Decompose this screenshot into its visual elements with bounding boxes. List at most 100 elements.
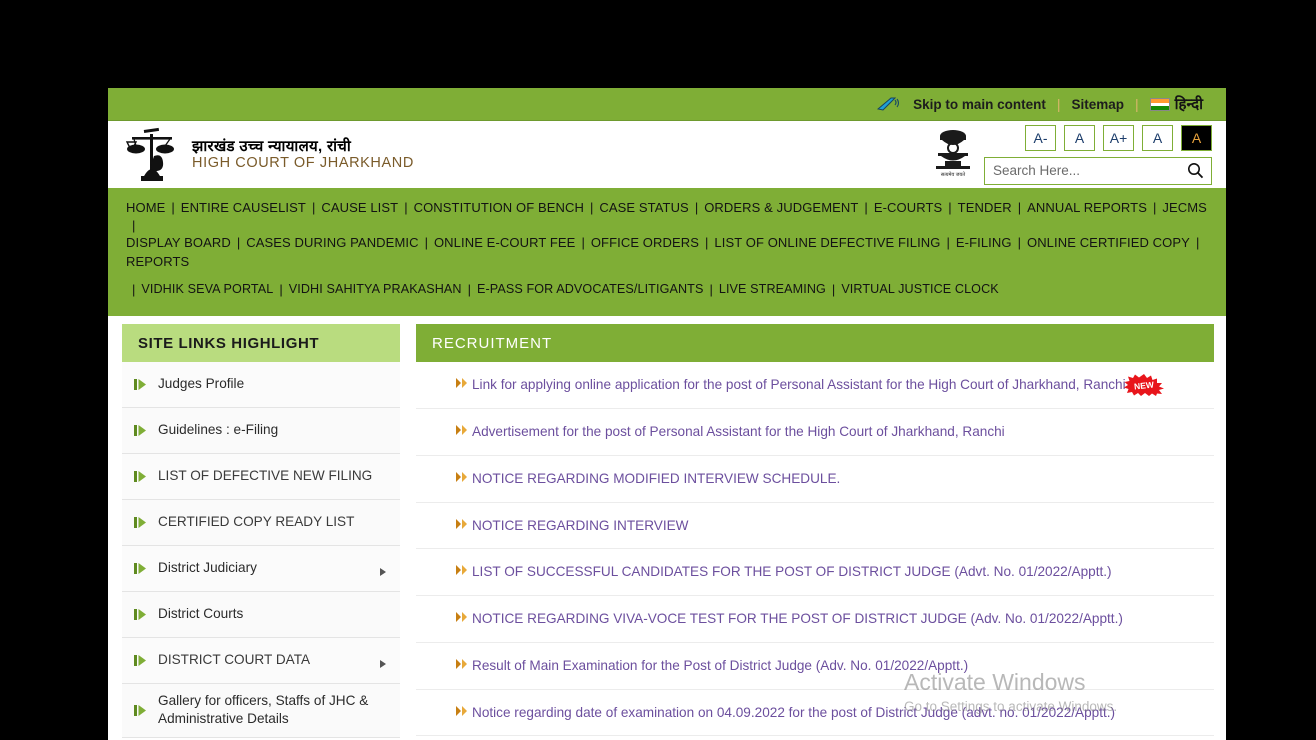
nav-item-constitution-of-bench[interactable]: CONSTITUTION OF BENCH <box>414 198 584 217</box>
nav-separator: | <box>311 199 316 215</box>
search-input[interactable] <box>993 163 1186 178</box>
nav-separator: | <box>1195 235 1200 250</box>
new-badge-icon: NEW <box>1123 374 1164 396</box>
recruitment-item-link[interactable]: NOTICE REGARDING INTERVIEW <box>454 515 689 537</box>
recruitment-item-link[interactable]: NOTICE REGARDING MODIFIED INTERVIEW SCHE… <box>454 468 840 490</box>
sidebar-item-certified-copy-ready-list[interactable]: CERTIFIED COPY READY LIST <box>122 500 400 546</box>
font-decrease-button[interactable]: A- <box>1025 124 1056 151</box>
recruitment-list-item[interactable]: NOTICE REGARDING INTERVIEW <box>416 503 1214 550</box>
chevron-right-icon[interactable] <box>378 656 388 668</box>
nav-item-e-pass-for-advocates-litigants[interactable]: E-PASS FOR ADVOCATES/LITIGANTS <box>477 280 703 298</box>
sidebar-panel: SITE LINKS HIGHLIGHT Judges Profile Guide… <box>122 324 400 740</box>
nav-item-e-filing[interactable]: E-FILING <box>956 233 1012 252</box>
font-reset-button[interactable]: A <box>1142 124 1173 151</box>
nav-item-annual-reports[interactable]: ANNUAL REPORTS <box>1027 198 1147 217</box>
recruitment-heading: RECRUITMENT <box>416 324 1214 362</box>
recruitment-item-link[interactable]: Result of Main Examination for the Post … <box>454 655 968 677</box>
nav-separator: | <box>831 281 836 297</box>
nav-item-case-status[interactable]: CASE STATUS <box>599 198 688 217</box>
sidebar-item-judges-profile[interactable]: Judges Profile <box>122 362 400 408</box>
sidebar-item-guidelines-e-filing[interactable]: Guidelines : e-Filing <box>122 408 400 454</box>
nav-item-cases-during-pandemic[interactable]: CASES DURING PANDEMIC <box>246 233 418 252</box>
recruitment-list-item[interactable]: NOTICE REGARDING MODIFIED INTERVIEW SCHE… <box>416 456 1214 503</box>
nav-separator: | <box>709 281 713 297</box>
masthead-controls: सत्यमेव जयते A- A A+ A A <box>932 124 1212 185</box>
nav-separator: | <box>404 199 408 215</box>
search-box[interactable] <box>984 156 1212 185</box>
recruitment-list-item[interactable]: Advertisement for the post of Personal A… <box>416 409 1214 456</box>
nav-item-e-courts[interactable]: E-COURTS <box>874 198 942 217</box>
utility-links: Skip to main content | Sitemap | हिन्दी <box>876 94 1214 114</box>
sidebar-item-label: Gallery for officers, Staffs of JHC & Ad… <box>158 693 369 727</box>
sidebar-item-label: DISTRICT COURT DATA <box>158 652 311 668</box>
recruitment-panel: RECRUITMENT Link for applying online app… <box>416 324 1214 740</box>
double-arrow-bullet-icon <box>456 563 469 576</box>
india-flag-icon <box>1149 98 1170 111</box>
recruitment-list-item[interactable]: Result of Main Examination for the Post … <box>416 643 1214 690</box>
nav-separator: | <box>1017 199 1022 215</box>
recruitment-item-link[interactable]: NOTICE REGARDING VIVA-VOCE TEST FOR THE … <box>454 608 1123 630</box>
nav-row-2: DISPLAY BOARD | CASES DURING PANDEMIC | ONLI… <box>126 233 1208 271</box>
search-submit-button[interactable] <box>1186 162 1205 179</box>
nav-item-virtual-justice-clock[interactable]: VIRTUAL JUSTICE CLOCK <box>841 280 998 298</box>
nav-item-vidhi-sahitya-prakashan[interactable]: VIDHI SAHITYA PRAKASHAN <box>289 280 462 298</box>
arrow-bullet-icon <box>134 562 148 575</box>
hindi-language-link[interactable]: हिन्दी <box>1139 94 1214 114</box>
brand[interactable]: झारखंड उच्च न्यायालय, रांची HIGH COURT O… <box>124 126 414 184</box>
nav-separator: | <box>1017 235 1021 250</box>
high-contrast-button[interactable]: A <box>1181 124 1212 151</box>
nav-separator: | <box>1153 199 1157 215</box>
nav-separator: | <box>132 281 136 297</box>
nav-item-vidhik-seva-portal[interactable]: VIDHIK SEVA PORTAL <box>141 280 273 298</box>
recruitment-list-item[interactable]: Final result for the post of Law Researc… <box>416 736 1214 740</box>
arrow-bullet-icon <box>134 704 148 717</box>
nav-item-reports[interactable]: REPORTS <box>126 252 189 271</box>
nav-separator: | <box>946 235 950 250</box>
nav-item-jecms[interactable]: JECMS <box>1162 198 1207 217</box>
sidebar-item-label: District Judiciary <box>158 560 257 576</box>
font-increase-button[interactable]: A+ <box>1103 124 1134 151</box>
recruitment-item-link[interactable]: Notice regarding date of examination on … <box>454 702 1115 724</box>
skip-to-main-content-link[interactable]: Skip to main content <box>902 97 1057 112</box>
sidebar-item-gallery-for-officers-staffs-of-jhc-admin[interactable]: Gallery for officers, Staffs of JHC & Ad… <box>122 684 400 738</box>
sidebar-item-district-courts[interactable]: District Courts <box>122 592 400 638</box>
chevron-right-icon[interactable] <box>378 564 388 576</box>
nav-item-list-of-online-defective-filing[interactable]: LIST OF ONLINE DEFECTIVE FILING <box>714 233 940 252</box>
sidebar-item-list-of-defective-new-filing[interactable]: LIST OF DEFECTIVE NEW FILING <box>122 454 400 500</box>
nav-item-cause-list[interactable]: CAUSE LIST <box>321 198 398 217</box>
recruitment-item-link[interactable]: Advertisement for the post of Personal A… <box>454 421 1005 443</box>
arrow-bullet-icon <box>134 378 148 391</box>
nav-separator: | <box>705 235 709 250</box>
scales-of-justice-logo-icon <box>124 126 180 184</box>
sitemap-link[interactable]: Sitemap <box>1060 97 1135 112</box>
nav-item-online-e-court-fee[interactable]: ONLINE E-COURT FEE <box>434 233 575 252</box>
brand-title-english: HIGH COURT OF JHARKHAND <box>192 154 414 171</box>
recruitment-item-link[interactable]: Link for applying online application for… <box>454 374 1164 396</box>
recruitment-list-item[interactable]: NOTICE REGARDING VIVA-VOCE TEST FOR THE … <box>416 596 1214 643</box>
nav-item-live-streaming[interactable]: LIVE STREAMING <box>719 280 826 298</box>
nav-item-display-board[interactable]: DISPLAY BOARD <box>126 233 231 252</box>
recruitment-item-link[interactable]: LIST OF SUCCESSFUL CANDIDATES FOR THE PO… <box>454 561 1112 583</box>
accessibility-controls: A- A A+ A A <box>984 124 1212 185</box>
double-arrow-bullet-icon <box>456 376 469 388</box>
sidebar-item-label: CERTIFIED COPY READY LIST <box>158 514 355 530</box>
nav-item-home[interactable]: HOME <box>126 198 165 217</box>
svg-text:सत्यमेव जयते: सत्यमेव जयते <box>941 171 965 178</box>
font-normal-button[interactable]: A <box>1064 124 1095 151</box>
content-area: SITE LINKS HIGHLIGHT Judges Profile Guide… <box>108 316 1226 740</box>
nav-separator: | <box>589 199 594 215</box>
recruitment-list-item[interactable]: LIST OF SUCCESSFUL CANDIDATES FOR THE PO… <box>416 549 1214 596</box>
nav-item-tender[interactable]: TENDER <box>958 198 1012 217</box>
nav-item-online-certified-copy[interactable]: ONLINE CERTIFIED COPY <box>1027 233 1190 252</box>
arrow-bullet-icon <box>134 470 148 483</box>
sidebar-item-district-court-data[interactable]: DISTRICT COURT DATA <box>122 638 400 684</box>
recruitment-list-item[interactable]: Link for applying online application for… <box>416 362 1214 409</box>
double-arrow-bullet-icon <box>456 657 469 669</box>
recruitment-list-item[interactable]: Notice regarding date of examination on … <box>416 690 1214 737</box>
sidebar-item-district-judiciary[interactable]: District Judiciary <box>122 546 400 592</box>
nav-item-office-orders[interactable]: OFFICE ORDERS <box>591 233 699 252</box>
nav-row-1: HOME | ENTIRE CAUSELIST | CAUSE LIST | CONSTIT… <box>126 197 1208 233</box>
double-arrow-bullet-icon <box>456 517 469 529</box>
nav-item-orders-judgement[interactable]: ORDERS & JUDGEMENT <box>704 198 858 217</box>
nav-item-entire-causelist[interactable]: ENTIRE CAUSELIST <box>181 198 306 217</box>
